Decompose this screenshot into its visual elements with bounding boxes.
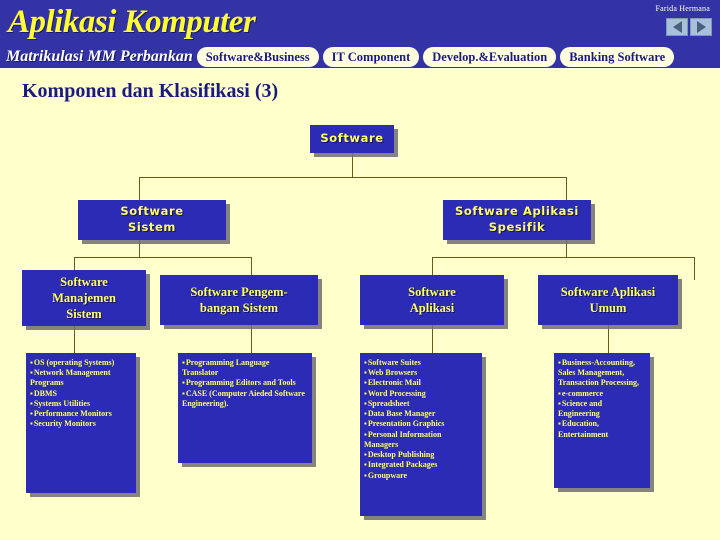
header-bar: Aplikasi Komputer Farida Hermana Matriku… xyxy=(0,0,720,70)
list-item: Security Monitors xyxy=(30,419,131,429)
connector-level2-left-down xyxy=(139,177,140,202)
page-title: Komponen dan Klasifikasi (3) xyxy=(22,80,279,102)
leaf-list: Software Suites Web Browsers Electronic … xyxy=(364,358,477,481)
list-item: Systems Utilities xyxy=(30,399,131,409)
list-item: Programming Language Translator xyxy=(182,358,307,378)
list-item: Network Management Programs xyxy=(30,368,131,388)
connector-level3-right-horizontal xyxy=(432,257,694,258)
tab-develop-evaluation[interactable]: Develop.&Evaluation xyxy=(423,47,557,67)
tab-software-business[interactable]: Software&Business xyxy=(196,47,319,67)
node-label: Software Sistem xyxy=(120,204,184,234)
list-item: Electronic Mail xyxy=(364,378,477,388)
node-software-root[interactable]: Software xyxy=(310,125,394,153)
list-item: Personal Information Managers xyxy=(364,430,477,450)
list-item: Data Base Manager xyxy=(364,409,477,419)
connector-level3-left-horizontal xyxy=(74,257,251,258)
connector-manajemen-leaf xyxy=(74,325,75,353)
leaf-list: OS (operating Systems) Network Managemen… xyxy=(30,358,131,430)
node-label: Software Aplikasi Umum xyxy=(560,284,656,315)
list-item: Integrated Packages xyxy=(364,460,477,470)
leafbox-software-aplikasi-umum[interactable]: Business-Accounting, Sales Management, T… xyxy=(554,353,650,488)
node-label: Software Aplikasi xyxy=(408,284,456,315)
leafbox-software-manajemen-sistem[interactable]: OS (operating Systems) Network Managemen… xyxy=(26,353,136,493)
tab-it-component[interactable]: IT Component xyxy=(322,47,420,67)
leafbox-software-aplikasi[interactable]: Software Suites Web Browsers Electronic … xyxy=(360,353,482,516)
list-item: Business-Accounting, Sales Management, T… xyxy=(558,358,645,389)
connector-level2-horizontal xyxy=(139,177,566,178)
node-software-manajemen-sistem[interactable]: Software Manajemen Sistem xyxy=(22,270,146,326)
leaf-list: Business-Accounting, Sales Management, T… xyxy=(558,358,645,440)
leaf-list: Programming Language Translator Programm… xyxy=(182,358,307,409)
list-item: Desktop Publishing xyxy=(364,450,477,460)
connector-aplikasi-leaf xyxy=(432,325,433,353)
author-name: Farida Hermana xyxy=(655,4,710,13)
triangle-right-icon xyxy=(696,21,706,33)
node-label: Software Manajemen Sistem xyxy=(52,274,116,322)
leafbox-software-pengembangan-sistem[interactable]: Programming Language Translator Programm… xyxy=(178,353,312,463)
node-label: Software xyxy=(320,131,384,146)
navbar-underline xyxy=(0,68,720,70)
app-title: Aplikasi Komputer xyxy=(8,4,256,40)
connector-pengembangan-leaf xyxy=(251,325,252,353)
list-item: Word Processing xyxy=(364,389,477,399)
connector-level2-right-down xyxy=(566,177,567,202)
nav-tab-bar: Matrikulasi MM Perbankan Software&Busine… xyxy=(0,44,720,70)
previous-slide-button[interactable] xyxy=(666,18,688,36)
slide-page: Aplikasi Komputer Farida Hermana Matriku… xyxy=(0,0,720,540)
connector-aplikasi-umum-down xyxy=(694,257,695,280)
list-item: Education, Entertainment xyxy=(558,419,645,439)
next-slide-button[interactable] xyxy=(690,18,712,36)
list-item: Programming Editors and Tools xyxy=(182,378,307,388)
connector-root-down xyxy=(352,152,353,177)
node-software-aplikasi[interactable]: Software Aplikasi xyxy=(360,275,504,325)
navigation-arrows xyxy=(666,18,712,36)
connector-aplikasi-umum-leaf xyxy=(608,325,609,353)
node-software-aplikasi-umum[interactable]: Software Aplikasi Umum xyxy=(538,275,678,325)
list-item: Software Suites xyxy=(364,358,477,368)
node-label: Software Pengem- bangan Sistem xyxy=(190,284,288,315)
node-software-aplikasi-spesifik[interactable]: Software Aplikasi Spesifik xyxy=(443,200,591,240)
list-item: Performance Monitors xyxy=(30,409,131,419)
node-software-sistem[interactable]: Software Sistem xyxy=(78,200,226,240)
list-item: CASE (Computer Aieded Software Engineeri… xyxy=(182,389,307,409)
list-item: OS (operating Systems) xyxy=(30,358,131,368)
list-item: Spreadsheet xyxy=(364,399,477,409)
course-label: Matrikulasi MM Perbankan xyxy=(6,48,193,65)
node-label: Software Aplikasi Spesifik xyxy=(455,204,579,234)
list-item: Science and Engineering xyxy=(558,399,645,419)
list-item: Web Browsers xyxy=(364,368,477,378)
node-software-pengembangan-sistem[interactable]: Software Pengem- bangan Sistem xyxy=(160,275,318,325)
hierarchy-diagram: Software Software Sistem Software Aplika… xyxy=(0,110,720,540)
tab-banking-software[interactable]: Banking Software xyxy=(560,47,675,67)
list-item: Presentation Graphics xyxy=(364,419,477,429)
list-item: DBMS xyxy=(30,389,131,399)
triangle-left-icon xyxy=(672,21,682,33)
list-item: Groupware xyxy=(364,471,477,481)
list-item: e-commerce xyxy=(558,389,645,399)
